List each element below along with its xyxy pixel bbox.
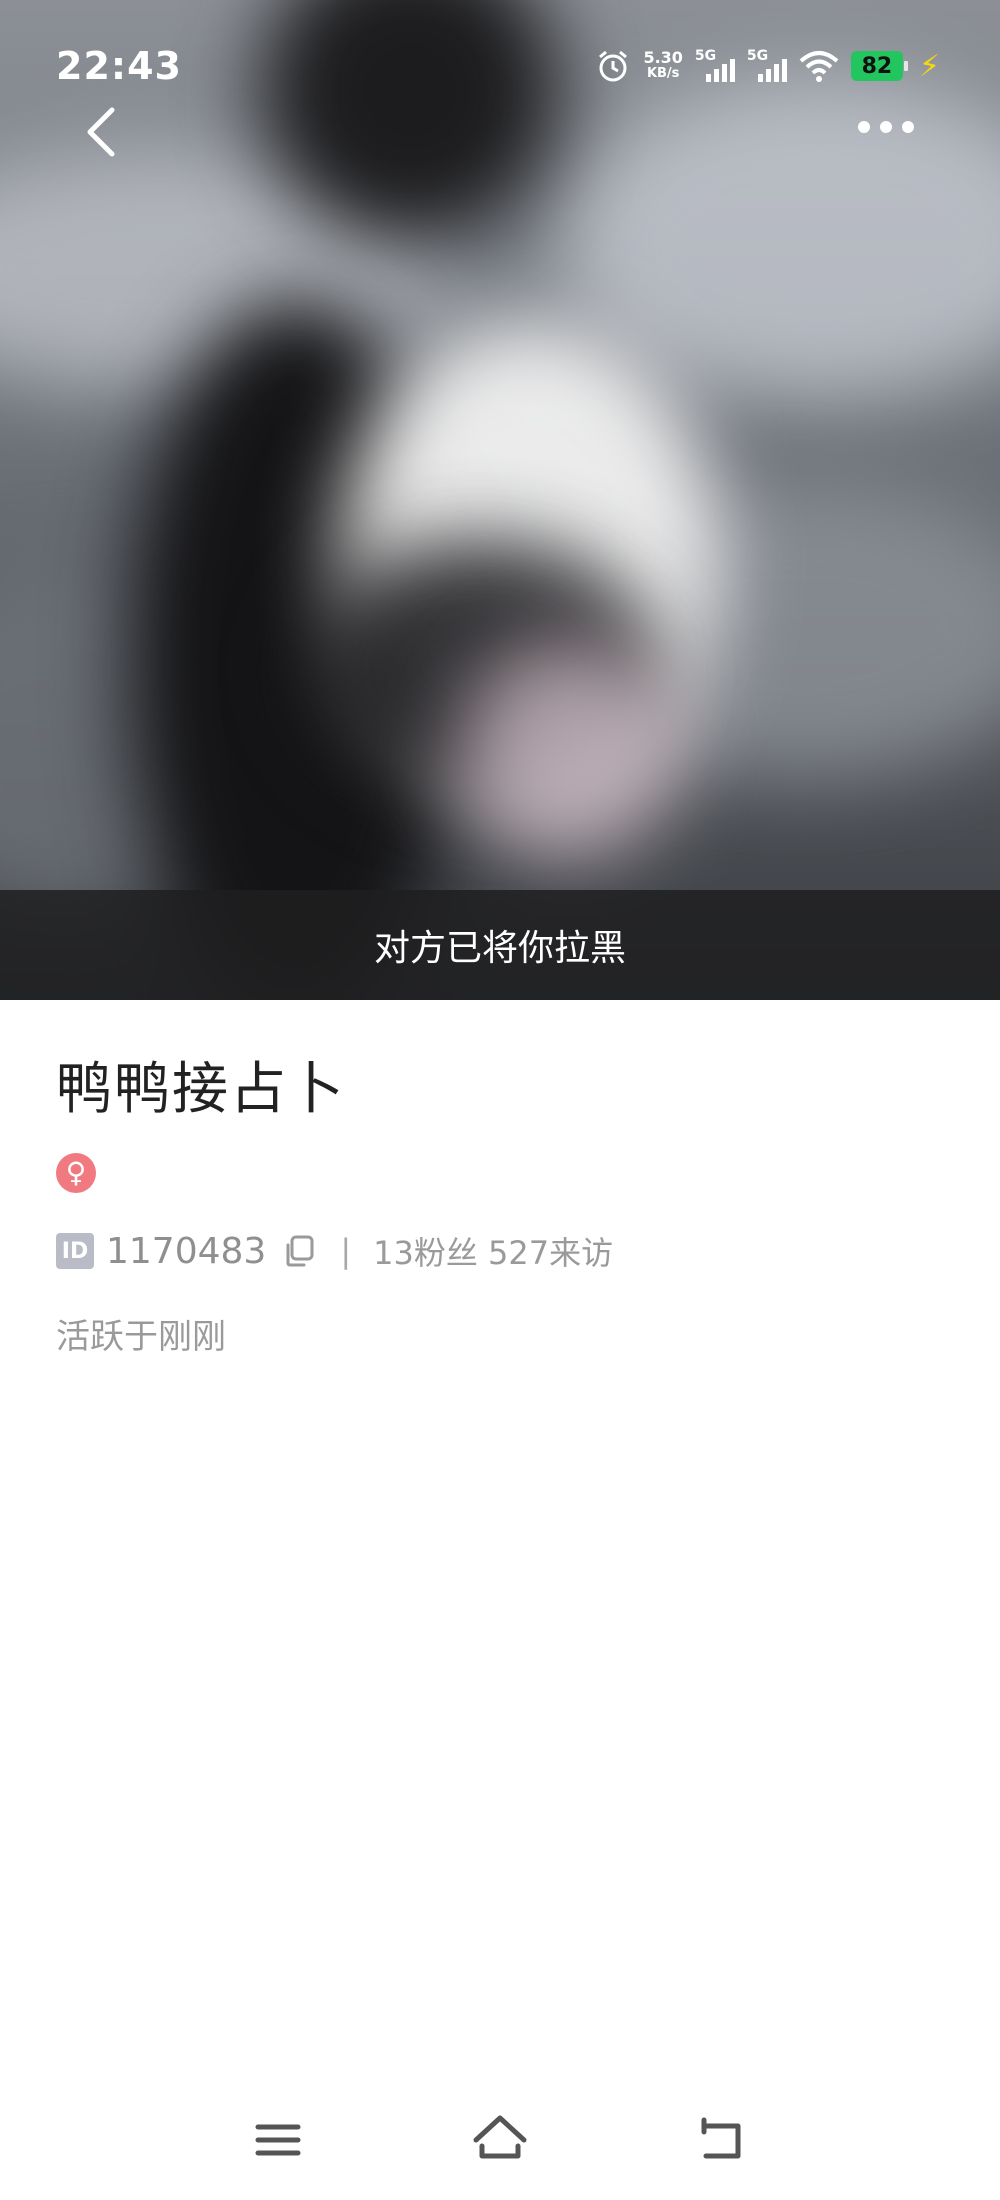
- signal-icon: 5G: [747, 48, 787, 84]
- follower-visitor-stats: 13粉丝 527来访: [373, 1234, 614, 1272]
- more-dot-icon: [858, 121, 870, 133]
- meta-separator: |: [340, 1232, 352, 1270]
- network-speed: 5.30 KB/s: [643, 50, 682, 82]
- network-speed-unit: KB/s: [646, 66, 680, 81]
- home-icon[interactable]: [470, 2110, 530, 2170]
- status-icons: 5.30 KB/s 5G 5G 82 ⚡: [595, 46, 940, 86]
- more-dot-icon: [902, 121, 914, 133]
- copy-icon[interactable]: [282, 1233, 318, 1269]
- status-bar: 22:43 5.30 KB/s 5G 5G 82 ⚡: [0, 0, 1000, 110]
- signal-icon: 5G: [695, 48, 735, 84]
- more-dot-icon: [880, 121, 892, 133]
- charging-icon: ⚡: [918, 48, 940, 84]
- user-id: 1170483: [106, 1230, 267, 1272]
- alarm-icon: [599, 50, 628, 82]
- system-back-icon[interactable]: [692, 2110, 752, 2170]
- network-speed-value: 5.30: [643, 48, 683, 67]
- profile-name: 鸭鸭接占卜: [56, 1057, 346, 1122]
- battery-level: 82: [861, 53, 893, 79]
- active-status: 活跃于刚刚: [56, 1317, 226, 1357]
- blocked-notice-bar: 对方已将你拉黑: [0, 890, 1000, 1000]
- profile-cover-image: 对方已将你拉黑: [0, 0, 1000, 1000]
- id-badge-icon: ID: [56, 1233, 94, 1269]
- profile-meta-row: ID 1170483 | 13粉丝 527来访: [56, 1229, 944, 1273]
- battery-icon: 82: [850, 51, 908, 81]
- menu-icon[interactable]: [248, 2110, 308, 2170]
- status-time: 22:43: [56, 44, 182, 88]
- profile-info: 鸭鸭接占卜 ♀ ID 1170483 | 13粉丝 527来访 活跃于刚刚: [56, 1040, 944, 1358]
- back-button[interactable]: [80, 104, 124, 160]
- blocked-notice-text: 对方已将你拉黑: [373, 928, 626, 969]
- more-options-button[interactable]: [858, 112, 922, 142]
- wifi-icon: [799, 51, 839, 82]
- gender-female-icon: ♀: [56, 1153, 96, 1193]
- system-navigation-bar: [0, 2110, 1000, 2170]
